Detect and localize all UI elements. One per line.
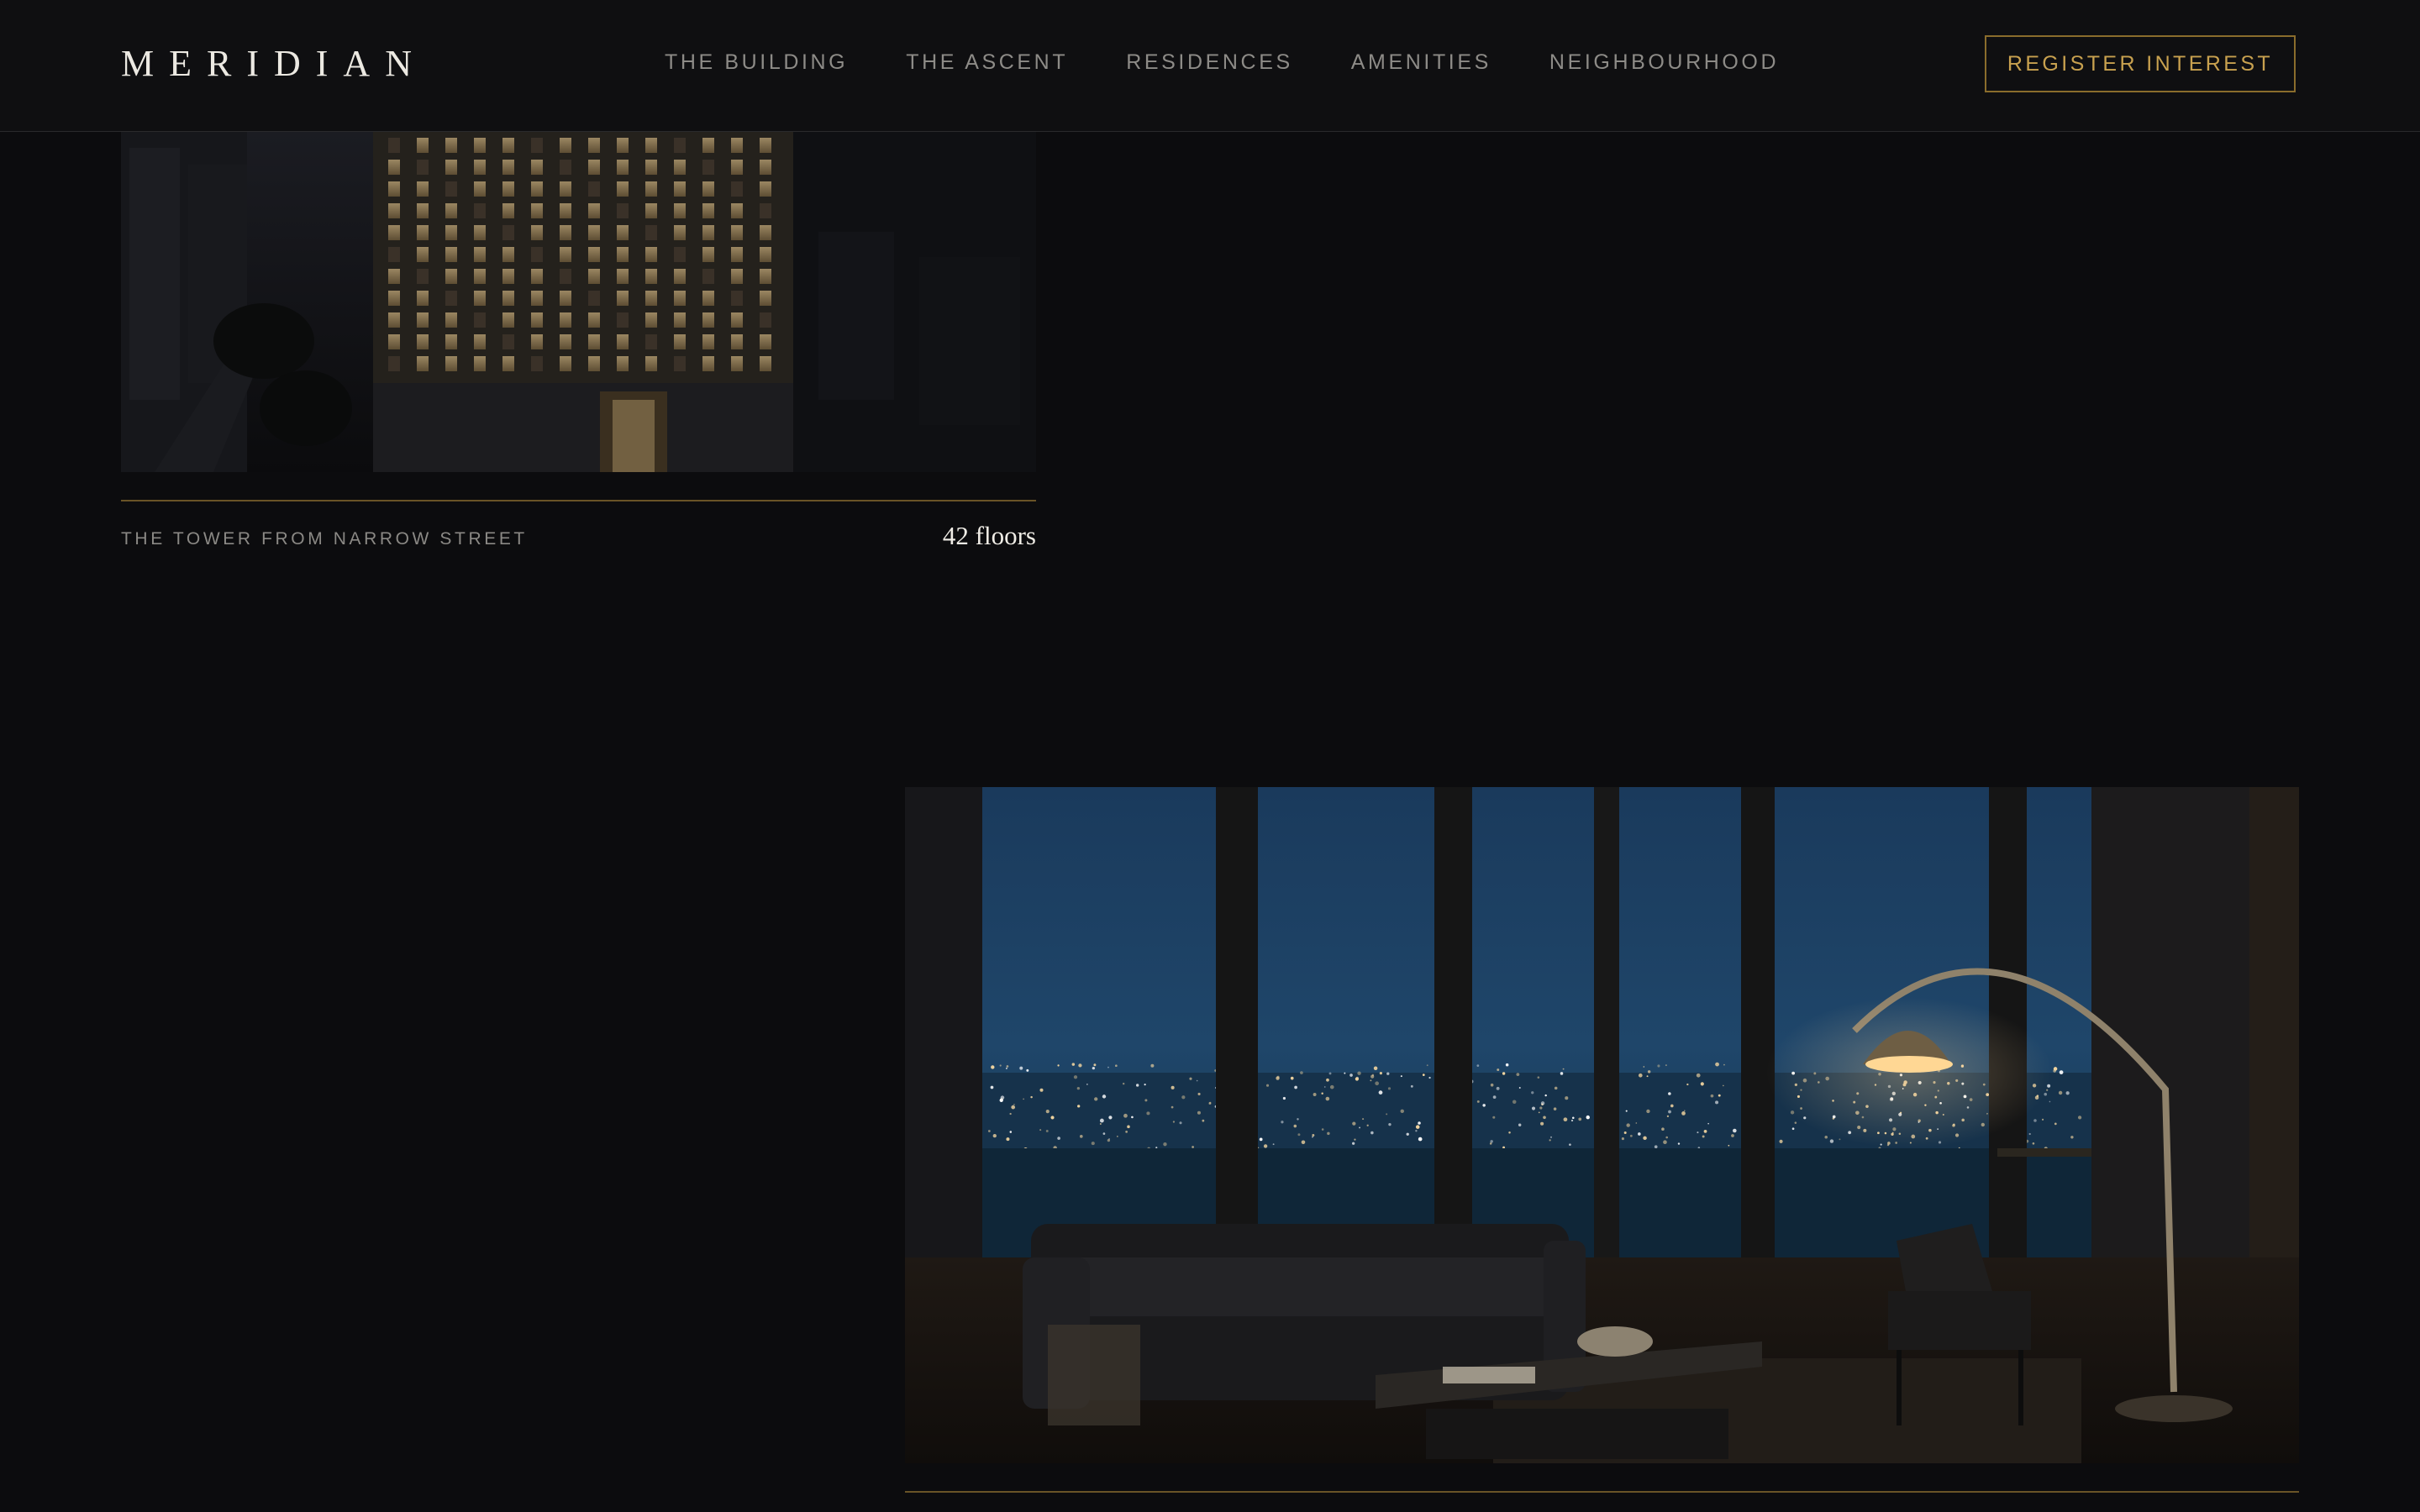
site-header: MERIDIAN THE BUILDING THE ASCENT RESIDEN… [0, 0, 2420, 132]
main-nav: THE BUILDING THE ASCENT RESIDENCES AMENI… [665, 50, 1779, 75]
site-logo[interactable]: MERIDIAN [121, 42, 427, 85]
tower-caption-rule [121, 500, 1036, 501]
nav-amenities[interactable]: AMENITIES [1351, 50, 1491, 75]
nav-the-building[interactable]: THE BUILDING [665, 50, 848, 75]
floor-count: 42 floors [942, 521, 1036, 550]
tower-image [121, 131, 1036, 472]
tower-caption: THE TOWER FROM NARROW STREET [121, 529, 528, 549]
nav-neighbourhood[interactable]: NEIGHBOURHOOD [1549, 50, 1779, 75]
residence-interior-image [905, 787, 2299, 1463]
interior-caption-rule [905, 1491, 2299, 1493]
nav-residences[interactable]: RESIDENCES [1126, 50, 1293, 75]
nav-the-ascent[interactable]: THE ASCENT [906, 50, 1068, 75]
register-interest-button[interactable]: REGISTER INTEREST [1985, 35, 2296, 92]
